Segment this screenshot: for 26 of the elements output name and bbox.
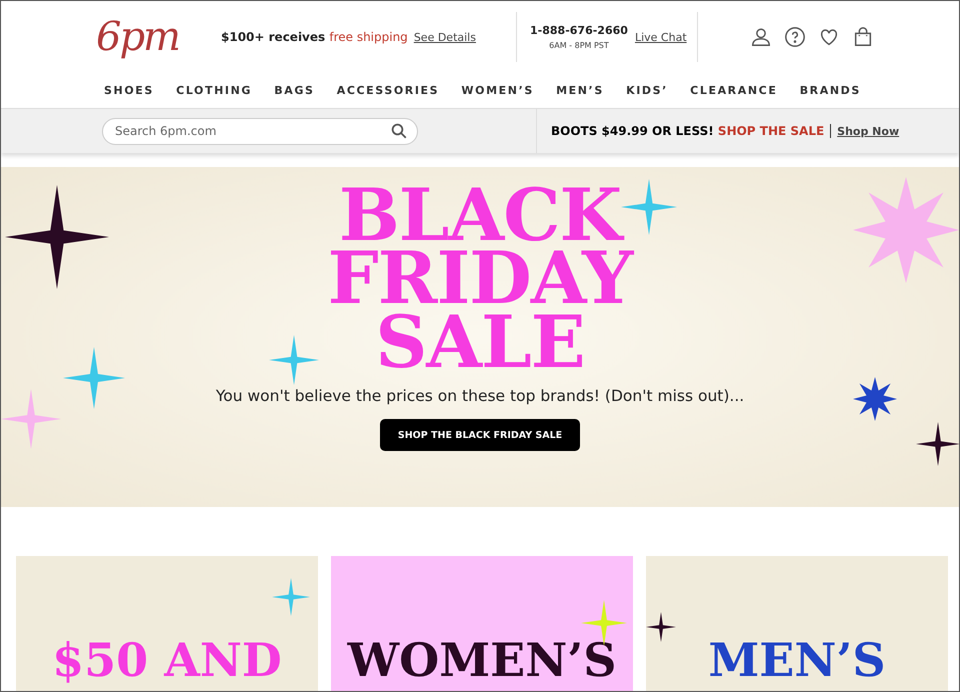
card-title: $50 AND xyxy=(52,633,282,689)
shop-sale-button[interactable]: SHOP THE BLACK FRIDAY SALE xyxy=(380,419,580,452)
category-card[interactable]: WOMEN’S xyxy=(331,556,633,691)
search-field[interactable]: Search 6pm.com xyxy=(102,118,418,144)
hero-title: BLACK FRIDAY SALE xyxy=(328,183,632,374)
nav-link[interactable]: MEN’S xyxy=(556,84,604,97)
category-card[interactable]: MEN’S xyxy=(646,556,948,691)
card-title: WOMEN’S xyxy=(348,633,616,689)
nav-link[interactable]: BAGS xyxy=(274,84,314,97)
shop-now-link[interactable]: Shop Now xyxy=(837,124,900,138)
nav-link[interactable]: BRANDS xyxy=(800,84,861,97)
phone-number: 1-888-676-2660 xyxy=(530,24,628,37)
nav-link[interactable]: CLEARANCE xyxy=(690,84,778,97)
shipping-promo: $100+ receives free shipping xyxy=(221,30,408,44)
see-details-link[interactable]: See Details xyxy=(414,30,476,44)
live-chat-link[interactable]: Live Chat xyxy=(634,30,687,44)
nav-link[interactable]: WOMEN’S xyxy=(461,84,534,97)
card-title: MEN’S xyxy=(708,633,886,689)
boots-promo: BOOTS $49.99 OR LESS! SHOP THE SALE xyxy=(551,124,824,138)
nav-link[interactable]: KIDS’ xyxy=(626,84,668,97)
nav-link[interactable]: ACCESSORIES xyxy=(336,84,440,97)
logo[interactable]: 6pm xyxy=(96,14,221,60)
hero-subtitle: You won't believe the prices on these top brands! (Don't miss out)... xyxy=(216,387,744,406)
nav-link[interactable]: SHOES xyxy=(104,84,154,97)
nav-link[interactable]: CLOTHING xyxy=(176,84,252,97)
phone-hours: 6AM - 8PM PST xyxy=(549,41,609,50)
